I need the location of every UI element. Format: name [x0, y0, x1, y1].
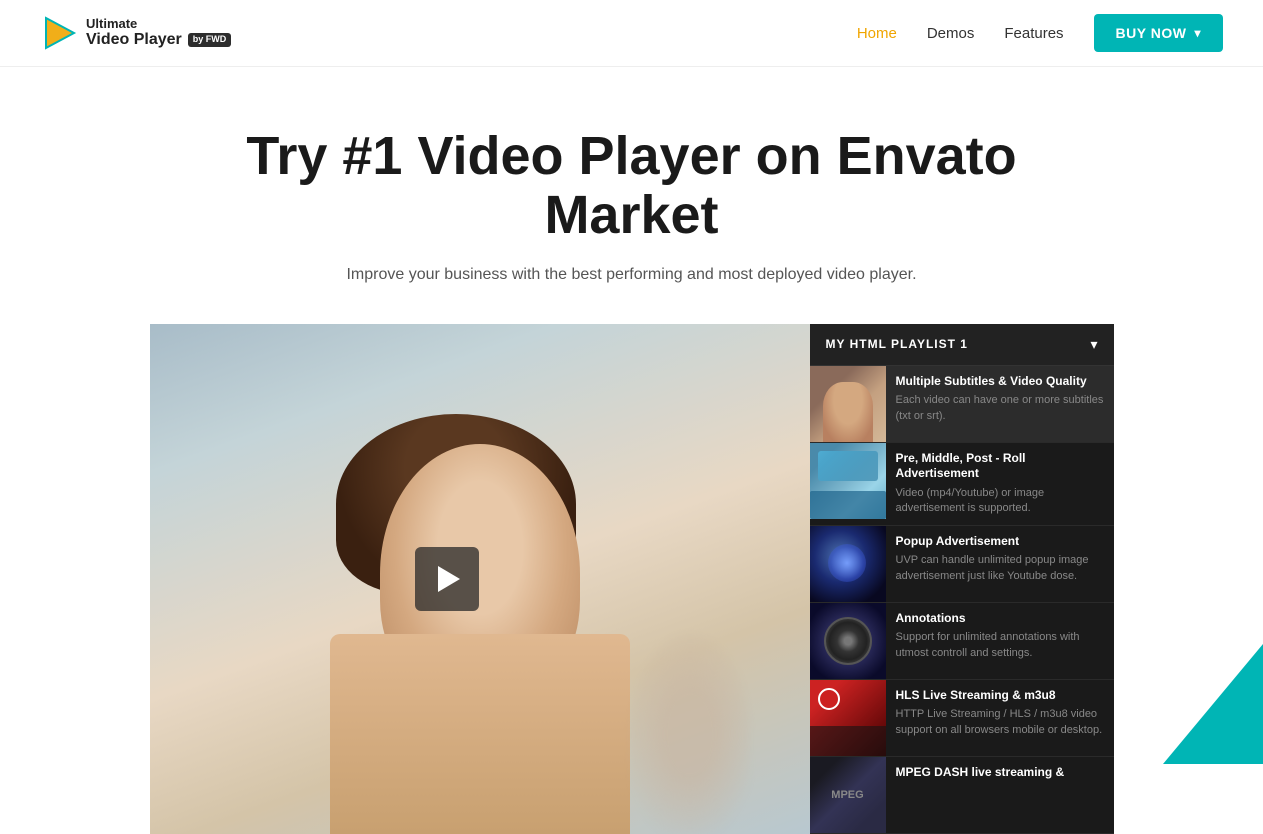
playlist-item[interactable]: Multiple Subtitles & Video Quality Each v… [810, 366, 1114, 443]
playlist-item-thumb-0 [810, 366, 886, 442]
playlist-item-thumb-2 [810, 526, 886, 602]
nav-home[interactable]: Home [857, 25, 897, 42]
playlist-item[interactable]: Annotations Support for unlimited annotat… [810, 603, 1114, 680]
dropdown-arrow-icon[interactable]: ▾ [1090, 336, 1097, 353]
playlist-header: MY HTML PLAYLIST 1 ▾ [810, 324, 1114, 366]
play-button[interactable] [415, 547, 479, 611]
buy-now-button[interactable]: BUY NOW ▾ [1094, 14, 1223, 52]
hero-heading: Try #1 Video Player on Envato Market [182, 127, 1082, 246]
playlist-item-description: UVP can handle unlimited popup image adv… [896, 553, 1104, 584]
playlist-item-info-5: MPEG DASH live streaming & [886, 757, 1114, 833]
navigation: Home Demos Features BUY NOW ▾ [857, 14, 1223, 52]
playlist-item-info-4: HLS Live Streaming & m3u8 HTTP Live Strea… [886, 680, 1114, 756]
header: Ultimate Video Player by FWD Home Demos … [0, 0, 1263, 67]
playlist-item-title: Pre, Middle, Post - Roll Advertisement [896, 451, 1104, 482]
playlist-item-thumb-4 [810, 680, 886, 756]
playlist-item-thumb-5: MPEG [810, 757, 886, 833]
playlist-item-title: Popup Advertisement [896, 534, 1104, 550]
playlist-title: MY HTML PLAYLIST 1 [826, 337, 968, 351]
video-player[interactable] [150, 324, 810, 834]
playlist-item[interactable]: MPEG MPEG DASH live streaming & [810, 757, 1114, 834]
hero-subheading: Improve your business with the best perf… [332, 266, 932, 284]
playlist-item[interactable]: HLS Live Streaming & m3u8 HTTP Live Strea… [810, 680, 1114, 757]
logo-video-player: Video Player [86, 31, 182, 49]
playlist-item-info-1: Pre, Middle, Post - Roll Advertisement Vi… [886, 443, 1114, 525]
playlist-item-title: MPEG DASH live streaming & [896, 765, 1104, 781]
playlist-item-title: HLS Live Streaming & m3u8 [896, 688, 1104, 704]
logo: Ultimate Video Player by FWD [40, 14, 231, 52]
background-person [630, 634, 750, 834]
playlist-item-title: Annotations [896, 611, 1104, 627]
playlist-item-info-2: Popup Advertisement UVP can handle unlimi… [886, 526, 1114, 602]
playlist-item-description: Video (mp4/Youtube) or image advertiseme… [896, 486, 1104, 517]
playlist-item-thumb-3 [810, 603, 886, 679]
chevron-down-icon: ▾ [1194, 26, 1201, 40]
playlist-item[interactable]: Pre, Middle, Post - Roll Advertisement Vi… [810, 443, 1114, 526]
playlist-item[interactable]: Popup Advertisement UVP can handle unlimi… [810, 526, 1114, 603]
play-logo-icon [40, 14, 78, 52]
logo-ultimate: Ultimate [86, 17, 231, 31]
playlist-panel: MY HTML PLAYLIST 1 ▾ Multiple Subtitles … [810, 324, 1114, 834]
logo-badge: by FWD [188, 33, 232, 47]
hero-section: Try #1 Video Player on Envato Market Imp… [0, 67, 1263, 324]
nav-features[interactable]: Features [1004, 25, 1063, 42]
playlist-item-description: HTTP Live Streaming / HLS / m3u8 video s… [896, 707, 1104, 738]
playlist-item-info-0: Multiple Subtitles & Video Quality Each v… [886, 366, 1114, 442]
video-foreground-person [290, 414, 670, 834]
playlist-item-description: Support for unlimited annotations with u… [896, 630, 1104, 661]
playlist-item-info-3: Annotations Support for unlimited annotat… [886, 603, 1114, 679]
nav-demos[interactable]: Demos [927, 25, 975, 42]
playlist-item-title: Multiple Subtitles & Video Quality [896, 374, 1104, 390]
body-shape [330, 634, 630, 834]
playlist-item-description: Each video can have one or more subtitle… [896, 393, 1104, 424]
player-section: MY HTML PLAYLIST 1 ▾ Multiple Subtitles … [72, 324, 1192, 834]
logo-text: Ultimate Video Player by FWD [86, 17, 231, 49]
playlist-item-thumb-1 [810, 443, 886, 519]
